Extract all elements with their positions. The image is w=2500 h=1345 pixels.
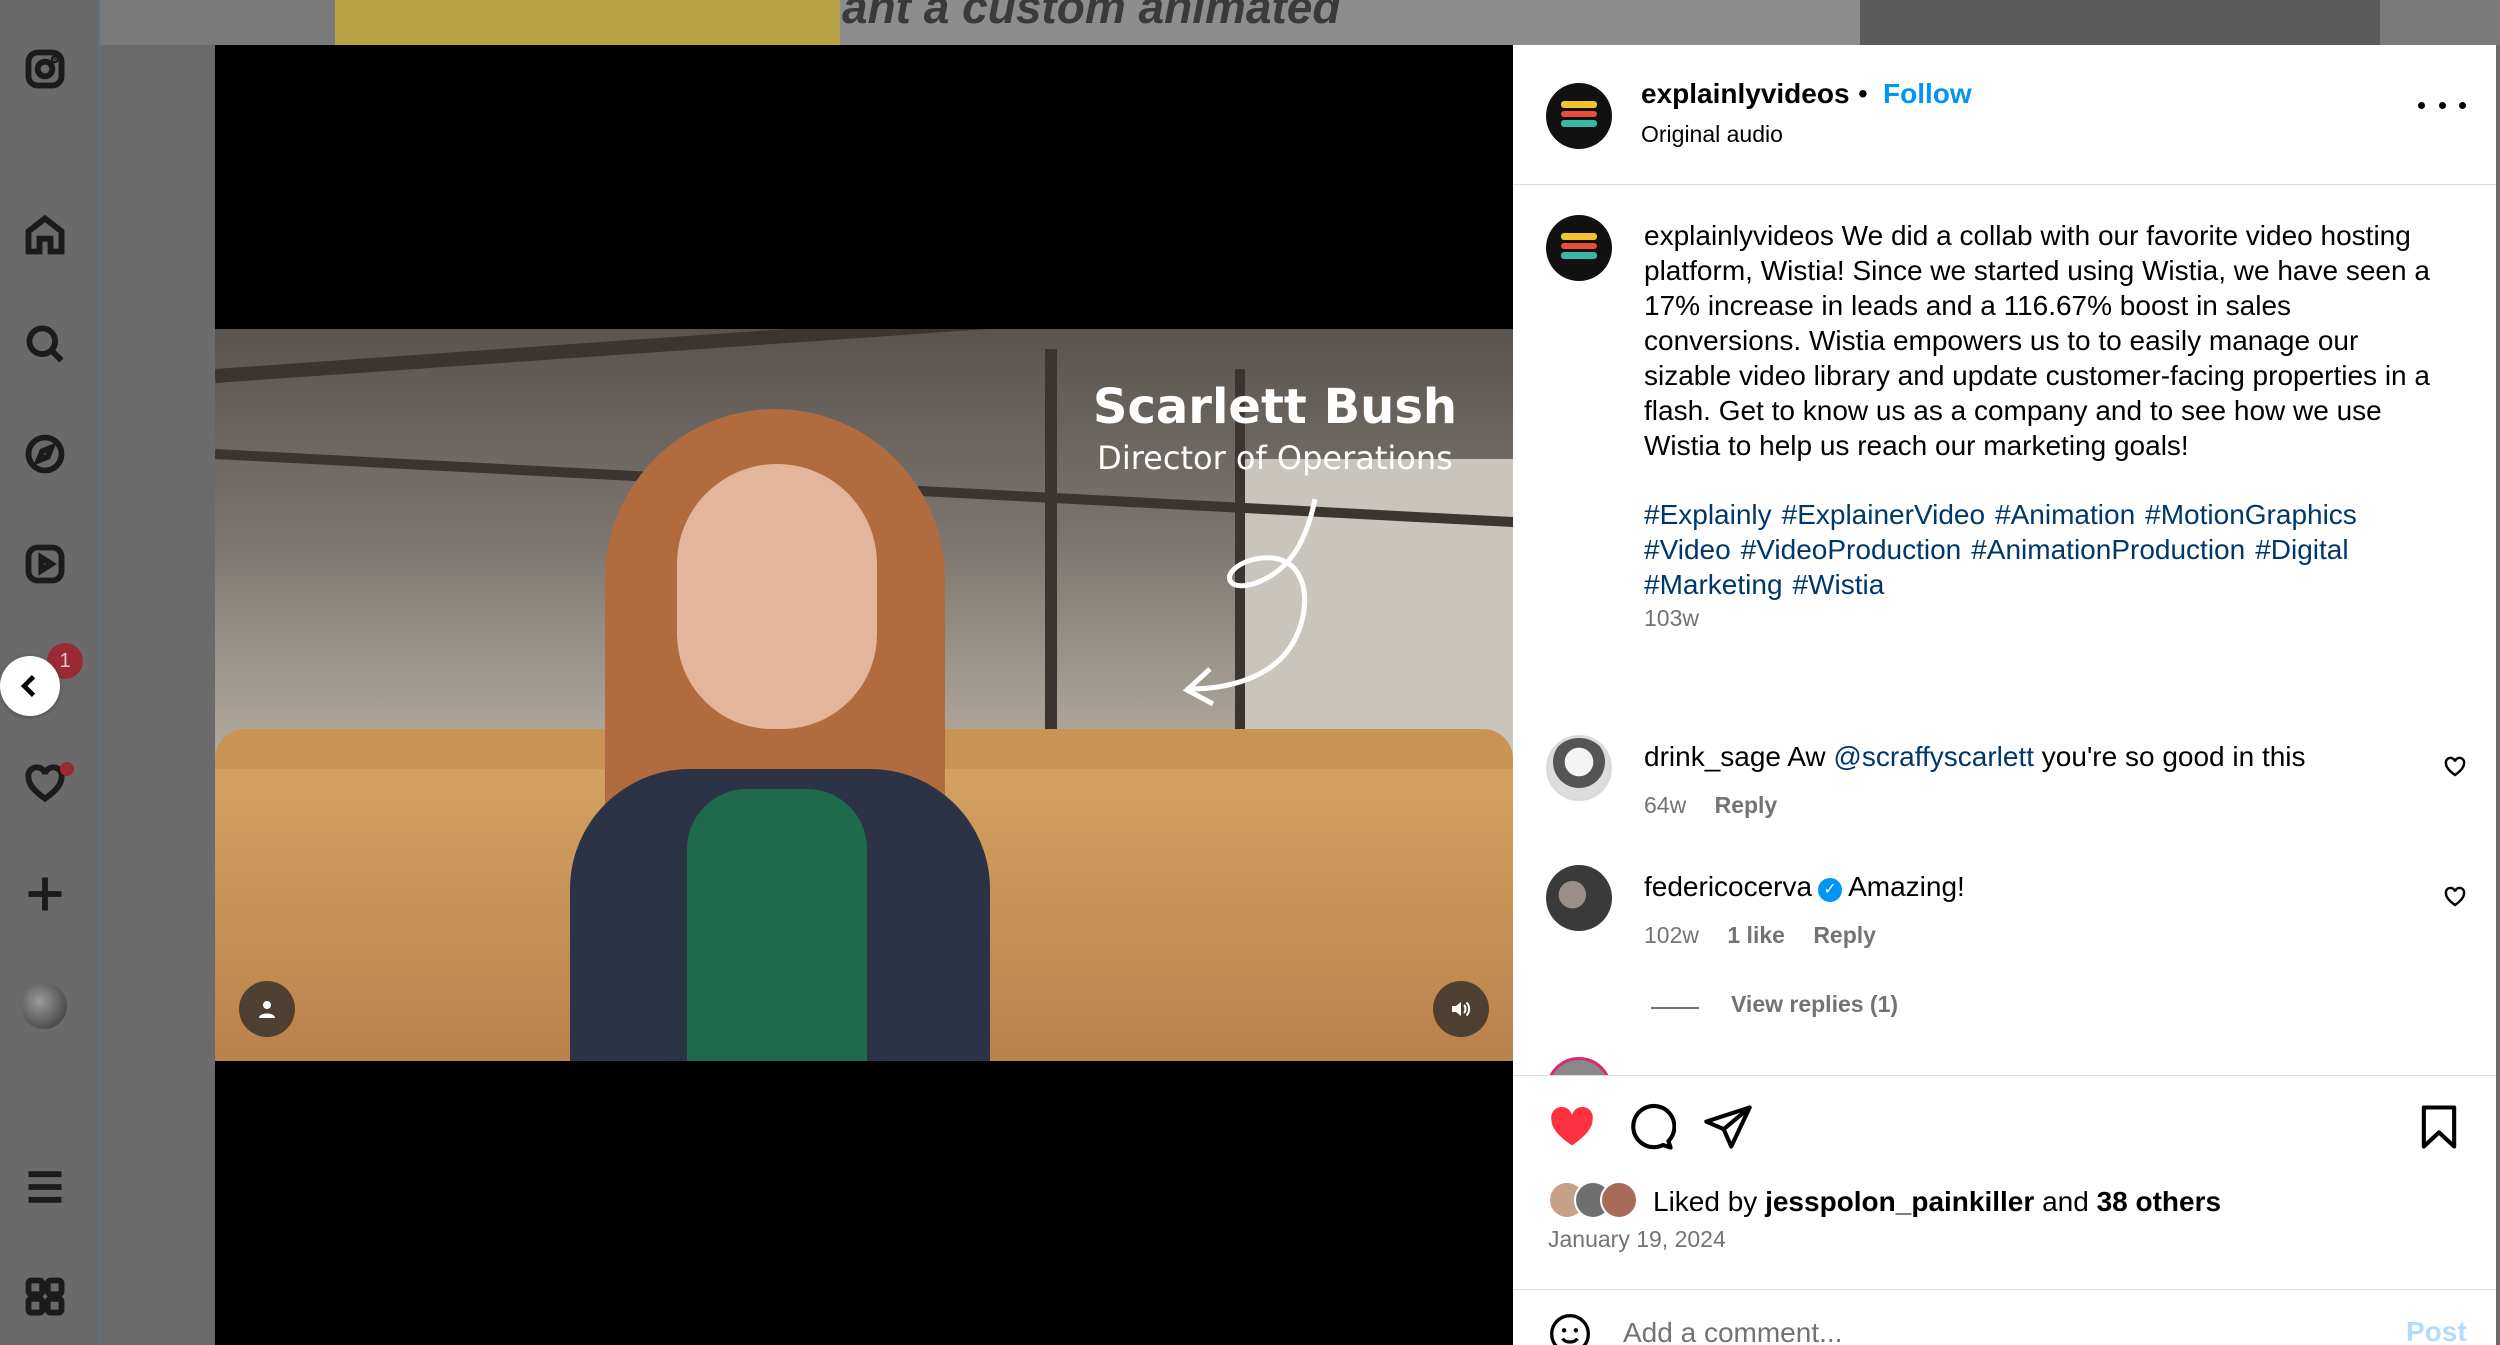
commenter-avatar[interactable] <box>1546 865 1612 931</box>
tagged-people-button[interactable] <box>239 981 295 1037</box>
comment-username[interactable]: federicocerva <box>1644 871 1812 902</box>
hashtag-link[interactable]: #VideoProduction <box>1741 534 1962 565</box>
hashtag-link[interactable]: #Explainly <box>1644 499 1772 530</box>
comment-body-end: you're so good in this <box>2041 741 2306 772</box>
follow-button[interactable]: Follow <box>1883 78 1972 110</box>
header-separator: • <box>1858 78 1868 109</box>
background-thumbnail-3 <box>1860 0 2380 45</box>
hashtag-link[interactable]: #AnimationProduction <box>1971 534 2245 565</box>
hashtag-link[interactable]: #Video <box>1644 534 1731 565</box>
caption-username[interactable]: explainlyvideos <box>1644 220 1834 251</box>
comment-meta: 64w Reply <box>1644 792 1799 819</box>
person-icon <box>259 1001 275 1018</box>
comment-text: federicocerva ✓ Amazing! <box>1644 871 1965 903</box>
post-media: Scarlett Bush Director of Operations <box>215 45 1513 1345</box>
chevron-left-icon <box>20 675 36 697</box>
caption-text: We did a collab with our favorite video … <box>1644 220 2430 461</box>
author-avatar[interactable] <box>1546 83 1612 149</box>
comment-meta: 102w 1 like Reply <box>1644 922 1898 949</box>
post-comment-button[interactable]: Post <box>2406 1316 2467 1345</box>
instagram-logo-icon[interactable] <box>21 45 69 93</box>
hashtag-link[interactable]: #MotionGraphics <box>2145 499 2357 530</box>
liked-by-and: and <box>2042 1186 2089 1217</box>
comment-time[interactable]: 64w <box>1644 792 1686 818</box>
comment-text: drink_sage Aw @scraffyscarlett you're so… <box>1644 741 2306 773</box>
liked-by-prefix: Liked by <box>1653 1186 1758 1217</box>
reply-button[interactable]: Reply <box>1715 792 1778 818</box>
comment-input[interactable] <box>1623 1308 2343 1345</box>
caption-author-avatar[interactable] <box>1546 215 1612 281</box>
post-details-panel: explainlyvideos • Follow Original audio … <box>1513 45 2496 1345</box>
author-username[interactable]: explainlyvideos <box>1641 78 1850 110</box>
liked-by-others-link[interactable]: 38 others <box>2097 1186 2222 1217</box>
audio-link[interactable]: Original audio <box>1641 121 1783 148</box>
explore-icon[interactable] <box>21 430 69 478</box>
post-date[interactable]: January 19, 2024 <box>1548 1226 1726 1253</box>
like-heart-icon[interactable] <box>1546 1101 1598 1153</box>
create-plus-icon[interactable] <box>21 870 69 918</box>
comment-likes[interactable]: 1 like <box>1727 922 1785 948</box>
speaker-icon <box>1452 1001 1471 1017</box>
video-overlay-role: Director of Operations <box>1097 439 1453 477</box>
comment-bubble-icon[interactable] <box>1624 1101 1677 1153</box>
commenter-avatar[interactable] <box>1546 735 1612 801</box>
reply-button[interactable]: Reply <box>1813 922 1876 948</box>
apps-grid-icon[interactable] <box>21 1273 69 1321</box>
comment-like-icon[interactable] <box>2443 885 2467 909</box>
background-title: ant a custom animated <box>842 0 1341 33</box>
replies-divider <box>1651 1007 1699 1009</box>
hashtags: #Explainly #ExplainerVideo #Animation #Moti… <box>1644 497 2444 602</box>
support-post <box>1045 349 1057 729</box>
person-face <box>677 464 877 729</box>
mute-toggle-button[interactable] <box>1433 981 1489 1037</box>
comment-time[interactable]: 102w <box>1644 922 1699 948</box>
liked-by-user-link[interactable]: jesspolon_painkiller <box>1765 1186 2034 1217</box>
comment-body-start: Aw <box>1787 741 1826 772</box>
ceiling-beam <box>215 329 1513 383</box>
post-header: explainlyvideos • Follow Original audio <box>1513 45 2496 185</box>
view-replies-button[interactable]: View replies (1) <box>1731 991 1898 1018</box>
video-overlay-name: Scarlett Bush <box>1092 379 1458 435</box>
liked-by-avatars[interactable] <box>1548 1181 1658 1221</box>
comments-scroll-area[interactable]: explainlyvideos We did a collab with our… <box>1513 185 2496 1075</box>
swirl-arrow-graphic <box>1182 498 1318 707</box>
share-send-icon[interactable] <box>1702 1101 1754 1153</box>
menu-icon[interactable] <box>21 1163 69 1211</box>
liked-by-text: Liked by jesspolon_painkiller and 38 oth… <box>1653 1186 2221 1218</box>
reels-icon[interactable] <box>21 540 69 588</box>
post-caption: explainlyvideos We did a collab with our… <box>1644 218 2444 463</box>
mention-link[interactable]: @scraffyscarlett <box>1833 741 2034 772</box>
post-timestamp[interactable]: 103w <box>1644 605 1699 632</box>
background-page: ant a custom animated <box>0 0 2500 45</box>
liker-avatar <box>1600 1181 1638 1219</box>
commenter-avatar[interactable] <box>1546 1057 1612 1075</box>
hashtag-link[interactable]: #Digital <box>2255 534 2348 565</box>
save-bookmark-icon[interactable] <box>2413 1101 2465 1153</box>
comment-like-icon[interactable] <box>2443 755 2467 779</box>
comment-body: Amazing! <box>1848 871 1965 902</box>
profile-avatar[interactable] <box>21 983 67 1029</box>
background-thumbnail <box>335 0 840 45</box>
home-icon[interactable] <box>21 211 69 259</box>
comment-username[interactable]: drink_sage <box>1644 741 1781 772</box>
add-comment-bar: Post <box>1513 1290 2496 1345</box>
hashtag-link[interactable]: #Wistia <box>1793 569 1885 600</box>
video-player[interactable]: Scarlett Bush Director of Operations <box>215 329 1513 1061</box>
post-actions: Liked by jesspolon_painkiller and 38 oth… <box>1513 1075 2496 1290</box>
more-options-icon[interactable] <box>2418 95 2466 115</box>
person-top <box>687 789 867 1061</box>
emoji-icon[interactable] <box>1548 1312 1592 1345</box>
previous-post-button[interactable] <box>0 656 60 716</box>
hashtag-link[interactable]: #ExplainerVideo <box>1782 499 1985 530</box>
activity-dot <box>60 762 74 776</box>
hashtag-link[interactable]: #Marketing <box>1644 569 1783 600</box>
verified-badge-icon: ✓ <box>1818 878 1843 902</box>
search-icon[interactable] <box>21 320 69 368</box>
hashtag-link[interactable]: #Animation <box>1995 499 2135 530</box>
